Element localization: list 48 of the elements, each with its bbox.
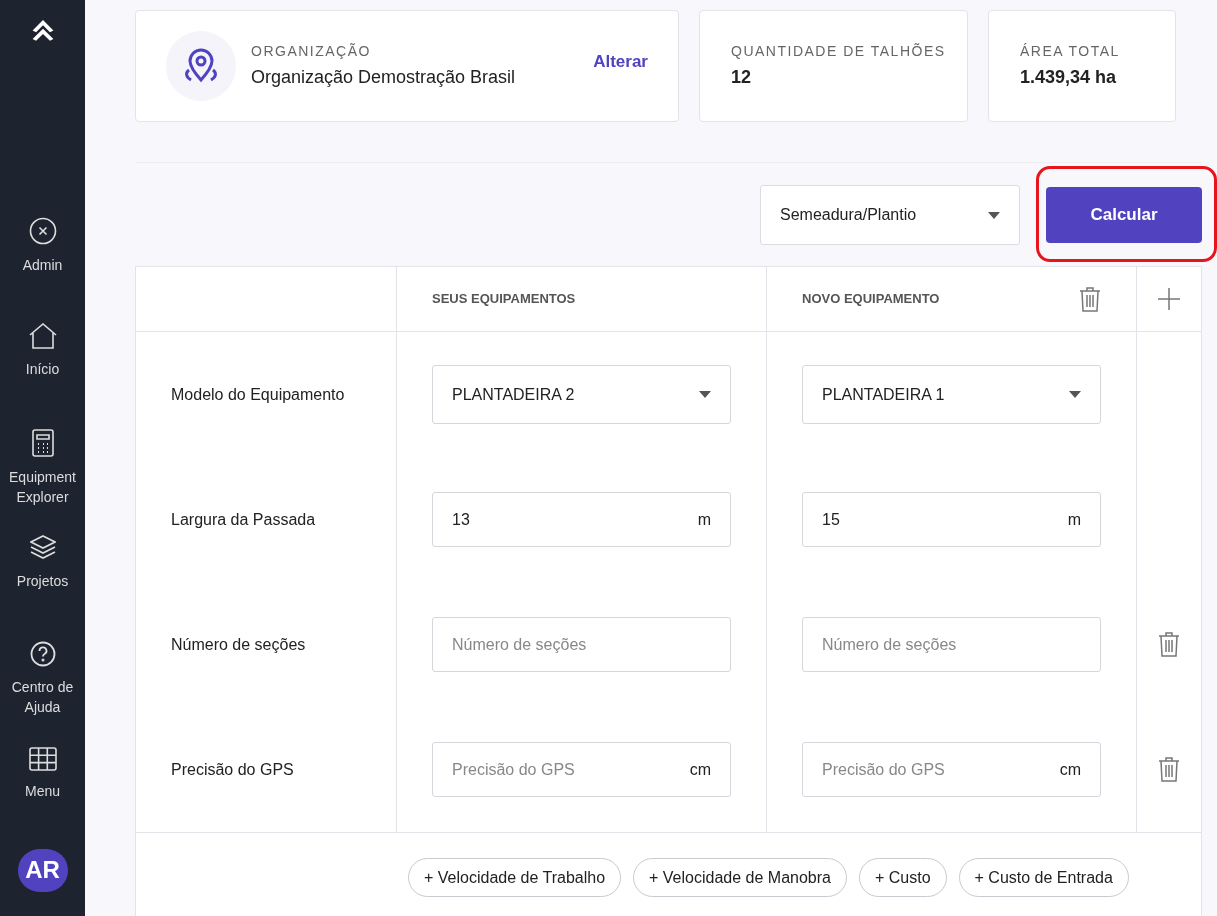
operation-dropdown[interactable]: Semeadura/Plantio	[760, 185, 1020, 245]
nav-item[interactable]: Admin	[0, 212, 85, 319]
input-field[interactable]: Número de seções	[802, 617, 1101, 672]
calculator-icon	[31, 428, 54, 457]
help-icon	[29, 640, 56, 667]
caret-icon	[699, 391, 711, 398]
logo-icon	[30, 20, 55, 43]
trash-icon[interactable]	[1079, 286, 1101, 312]
input-field[interactable]: Número de seções	[432, 617, 731, 672]
row-label: Número de seções	[171, 634, 306, 655]
add-field-button[interactable]: + Velocidade de Trabalho	[408, 858, 622, 897]
nav-item[interactable]: Menu	[0, 742, 85, 849]
stat-label: QUANTIDADE DE TALHÕES	[731, 42, 947, 61]
input-field[interactable]: Precisão do GPS cm	[802, 742, 1101, 797]
input-field[interactable]: Precisão do GPS cm	[432, 742, 731, 797]
trash-icon[interactable]	[1158, 632, 1180, 657]
nav-item[interactable]: Projetos	[0, 530, 85, 637]
close-circle-icon	[28, 216, 57, 245]
nav-item[interactable]: Equipment Explorer	[0, 424, 85, 531]
add-field-button[interactable]: + Velocidade de Manobra	[633, 858, 847, 897]
stat-value: 12	[731, 66, 753, 89]
user-avatar[interactable]: AR	[17, 848, 68, 892]
input-field[interactable]: 15 m	[802, 492, 1101, 547]
input-field[interactable]: 13 m	[432, 492, 731, 547]
caret-icon	[988, 211, 1000, 219]
row-label: Precisão do GPS	[171, 759, 294, 780]
caret-icon	[1069, 391, 1081, 398]
add-field-button[interactable]: + Custo de Entrada	[958, 858, 1129, 897]
row-label: Largura da Passada	[171, 509, 316, 530]
nav-item[interactable]: Início	[0, 318, 85, 425]
change-link[interactable]: Alterar	[593, 49, 648, 75]
trash-icon[interactable]	[1158, 757, 1180, 782]
model-dropdown[interactable]: PLANTADEIRA 1	[802, 365, 1101, 424]
add-icon[interactable]	[1158, 288, 1180, 310]
row-label: Modelo do Equipamento	[171, 384, 345, 405]
stat-label: ÁREA TOTAL	[1020, 42, 1121, 61]
column-header: SEUS EQUIPAMENTOS	[432, 290, 576, 309]
stat-value: 1.439,34 ha	[1020, 66, 1118, 89]
add-field-button[interactable]: + Custo	[858, 858, 947, 897]
calculate-button[interactable]: Calcular	[1046, 187, 1202, 243]
column-header: NOVO EQUIPAMENTO	[802, 290, 940, 309]
home-icon	[28, 322, 57, 349]
organization-name: Organização Demostração Brasil	[251, 66, 516, 89]
organization-label: ORGANIZAÇÃO	[251, 42, 372, 61]
model-dropdown[interactable]: PLANTADEIRA 2	[432, 365, 731, 424]
grid-icon	[28, 746, 57, 771]
layers-icon	[29, 534, 56, 561]
nav-item[interactable]: Centro de Ajuda	[0, 636, 85, 743]
